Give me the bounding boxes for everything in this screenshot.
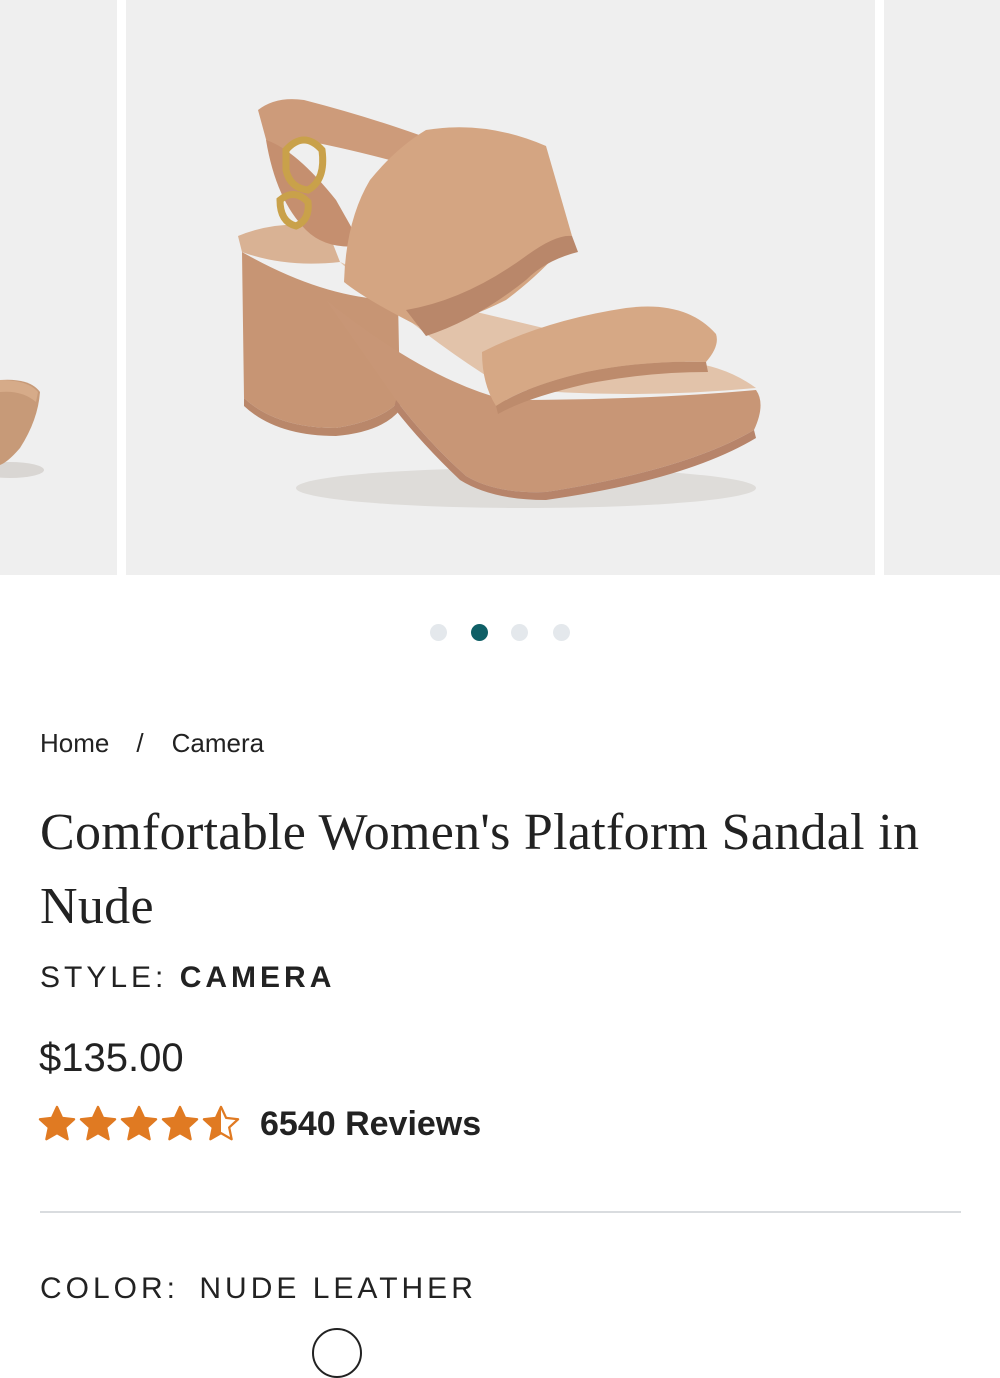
breadcrumb-separator: / [136, 728, 144, 758]
star-full-icon [79, 1105, 117, 1141]
reviews-link[interactable]: 6540 Reviews [260, 1105, 481, 1144]
carousel-dot[interactable] [511, 624, 528, 641]
product-price: $135.00 [39, 1036, 184, 1080]
product-rating[interactable]: 6540 Reviews [38, 1102, 481, 1146]
star-half-icon [202, 1105, 240, 1141]
carousel-slide-previous[interactable] [0, 0, 117, 575]
color-swatch-selected[interactable] [312, 1328, 362, 1378]
carousel-dot[interactable] [553, 624, 570, 641]
product-title: Comfortable Women's Platform Sandal in N… [40, 804, 920, 935]
sandal-image-partial [884, 0, 1000, 575]
sandal-image-partial [0, 0, 117, 575]
carousel-slide-main[interactable] [126, 0, 875, 575]
section-divider [40, 1211, 961, 1213]
carousel-slide-next[interactable] [884, 0, 1000, 575]
breadcrumb: Home / Camera [40, 728, 264, 759]
breadcrumb-home-link[interactable]: Home [40, 728, 109, 759]
breadcrumb-category-link[interactable]: Camera [172, 728, 264, 759]
product-color: COLOR: NUDE LEATHER [40, 1272, 477, 1306]
style-value: CAMERA [179, 961, 336, 994]
style-label: STYLE: [40, 961, 168, 994]
carousel-pagination [0, 622, 1000, 642]
carousel-dot-active[interactable] [471, 624, 488, 641]
star-full-icon [38, 1105, 76, 1141]
carousel-dot[interactable] [430, 624, 447, 641]
color-value: NUDE LEATHER [199, 1272, 477, 1305]
color-label: COLOR: [40, 1272, 180, 1305]
product-image-carousel[interactable] [0, 0, 1000, 575]
sandal-product-image [126, 0, 875, 575]
star-full-icon [120, 1105, 158, 1141]
star-rating [38, 1105, 243, 1143]
star-full-icon [161, 1105, 199, 1141]
product-style: STYLE: CAMERA [40, 961, 335, 995]
